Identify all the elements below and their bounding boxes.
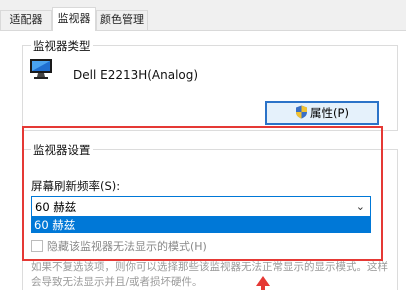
tab-bar: 适配器 监视器 颜色管理 <box>0 0 406 31</box>
hide-modes-checkbox[interactable] <box>31 240 43 252</box>
dropdown-option[interactable]: 60 赫兹 <box>34 218 75 232</box>
monitor-icon <box>29 58 55 80</box>
monitor-settings-title: 监视器设置 <box>31 142 93 158</box>
properties-button[interactable]: 属性(P) <box>265 101 379 125</box>
shield-icon <box>295 105 308 125</box>
properties-button-label: 属性(P) <box>310 106 349 120</box>
red-arrow-icon <box>255 276 271 290</box>
refresh-rate-dropdown: 60 赫兹 <box>31 217 371 233</box>
monitor-type-group: 监视器类型 Dell E2213H(Analog) 属性(P) <box>22 38 398 131</box>
tab-monitor[interactable]: 监视器 <box>52 7 96 31</box>
tab-adapter[interactable]: 适配器 <box>0 10 52 30</box>
monitor-tab-panel: 监视器类型 Dell E2213H(Analog) 属性(P) 监视器设置 屏幕… <box>0 30 406 290</box>
refresh-rate-label: 屏幕刷新频率(S): <box>31 179 121 193</box>
refresh-rate-select[interactable]: 60 赫兹 ⌄ <box>31 196 371 217</box>
hide-modes-label: 隐藏该监视器无法显示的模式(H) <box>47 240 207 253</box>
display-properties-window: 适配器 监视器 颜色管理 监视器类型 Dell E2213H(Analog) 属… <box>0 0 406 290</box>
chevron-down-icon: ⌄ <box>355 200 365 213</box>
warning-description: 如果不复选该项，则你可以选择那些该监视器无法正常显示的显示模式。这样会导致无法显… <box>31 261 388 288</box>
monitor-settings-group: 监视器设置 屏幕刷新频率(S): 60 赫兹 ⌄ 60 赫兹 隐藏该监视器无法显… <box>22 142 398 290</box>
tab-color-management[interactable]: 颜色管理 <box>96 10 148 30</box>
monitor-name: Dell E2213H(Analog) <box>73 68 199 82</box>
refresh-rate-value: 60 赫兹 <box>35 200 77 214</box>
monitor-type-title: 监视器类型 <box>31 38 93 54</box>
